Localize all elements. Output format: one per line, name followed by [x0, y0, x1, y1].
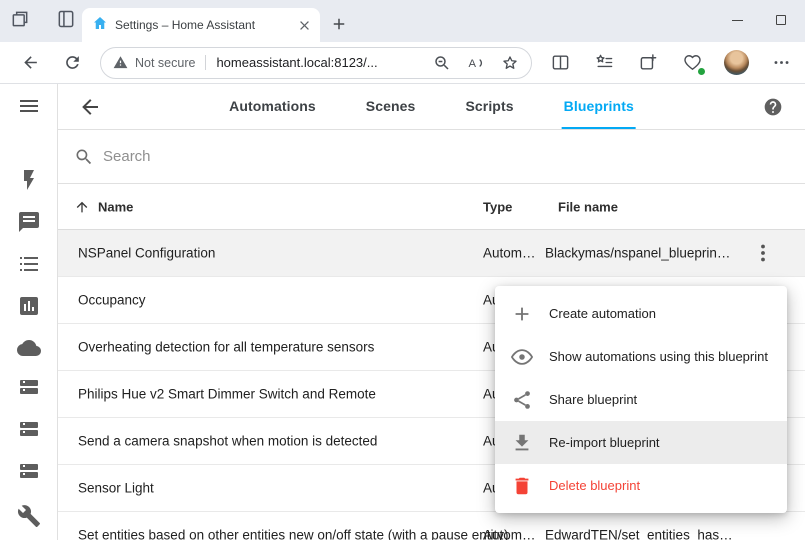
plus-icon: [511, 303, 533, 325]
ha-header: Automations Scenes Scripts Blueprints: [58, 84, 805, 130]
tab-automations[interactable]: Automations: [227, 84, 318, 129]
status-dot: [697, 67, 706, 76]
share-icon: [511, 389, 533, 411]
developer-tools-icon[interactable]: [17, 504, 41, 528]
address-divider: [205, 55, 206, 70]
search-row: [58, 130, 805, 184]
back-icon[interactable]: [18, 51, 42, 75]
history-chart-icon[interactable]: [17, 294, 41, 318]
favorite-star-icon[interactable]: [501, 54, 519, 72]
window-minimize-button[interactable]: [717, 0, 757, 40]
todo-list-icon[interactable]: [17, 252, 41, 276]
cloud-icon[interactable]: [17, 336, 41, 360]
table-row[interactable]: Set entities based on other entities new…: [58, 512, 805, 540]
favorites-hub-icon[interactable]: [592, 51, 616, 75]
split-screen-icon[interactable]: [548, 51, 572, 75]
home-assistant-favicon: [92, 15, 108, 36]
workspaces-icon[interactable]: [10, 9, 30, 34]
energy-icon[interactable]: [17, 168, 41, 192]
table-header: Name Type File name: [58, 184, 805, 230]
sidebar-menu-icon[interactable]: [17, 94, 41, 118]
profile-avatar[interactable]: [724, 50, 749, 75]
menu-item-share-blueprint[interactable]: Share blueprint: [495, 378, 787, 421]
vertical-tabs-icon[interactable]: [56, 9, 76, 34]
not-secure-warning-icon: [113, 55, 128, 70]
tab-scripts[interactable]: Scripts: [463, 84, 515, 129]
delete-icon: [511, 475, 533, 497]
server-icon[interactable]: [17, 420, 41, 444]
menu-item-reimport-blueprint[interactable]: Re-import blueprint: [495, 421, 787, 464]
new-tab-button[interactable]: [330, 15, 350, 35]
window-maximize-button[interactable]: [761, 0, 801, 40]
ha-sidebar: [0, 84, 58, 540]
file-column-header[interactable]: File name: [558, 199, 618, 214]
zoom-icon[interactable]: [433, 54, 451, 72]
collections-icon[interactable]: [636, 51, 660, 75]
search-input[interactable]: [103, 148, 403, 165]
blueprint-context-menu: Create automation Show automations using…: [495, 286, 787, 513]
name-column-header[interactable]: Name: [98, 199, 133, 214]
eye-icon: [511, 346, 533, 368]
ha-tab-bar: Automations Scenes Scripts Blueprints: [227, 84, 636, 129]
download-icon: [511, 432, 533, 454]
menu-item-create-automation[interactable]: Create automation: [495, 292, 787, 335]
type-column-header[interactable]: Type: [483, 199, 512, 214]
server-icon[interactable]: [17, 462, 41, 486]
table-row[interactable]: NSPanel Configuration Autom… Blackymas/n…: [58, 230, 805, 277]
server-icon[interactable]: [17, 378, 41, 402]
url-text[interactable]: homeassistant.local:8123/...: [216, 55, 417, 70]
search-icon: [74, 147, 94, 167]
sort-arrow-up-icon[interactable]: [74, 199, 90, 215]
browser-tab[interactable]: Settings – Home Assistant: [82, 8, 320, 42]
help-icon[interactable]: [763, 97, 783, 117]
address-bar[interactable]: Not secure homeassistant.local:8123/... …: [100, 47, 532, 79]
menu-item-show-automations[interactable]: Show automations using this blueprint: [495, 335, 787, 378]
browser-titlebar: Settings – Home Assistant: [0, 0, 805, 42]
svg-text:A: A: [469, 57, 477, 69]
ha-back-icon[interactable]: [78, 95, 102, 119]
tab-blueprints[interactable]: Blueprints: [562, 84, 636, 129]
tab-close-icon[interactable]: [297, 18, 312, 33]
read-aloud-icon[interactable]: A: [467, 54, 485, 72]
tab-title: Settings – Home Assistant: [115, 18, 290, 32]
menu-item-delete-blueprint[interactable]: Delete blueprint: [495, 464, 787, 507]
browser-menu-icon[interactable]: [769, 51, 793, 75]
security-label[interactable]: Not secure: [135, 56, 195, 70]
browser-window: Settings – Home Assistant Not secure hom…: [0, 0, 805, 540]
browser-essentials-icon[interactable]: [680, 51, 704, 75]
refresh-icon[interactable]: [60, 51, 84, 75]
logbook-icon[interactable]: [17, 210, 41, 234]
tab-scenes[interactable]: Scenes: [364, 84, 418, 129]
row-overflow-menu-icon[interactable]: [751, 241, 775, 265]
browser-toolbar: Not secure homeassistant.local:8123/... …: [0, 42, 805, 84]
